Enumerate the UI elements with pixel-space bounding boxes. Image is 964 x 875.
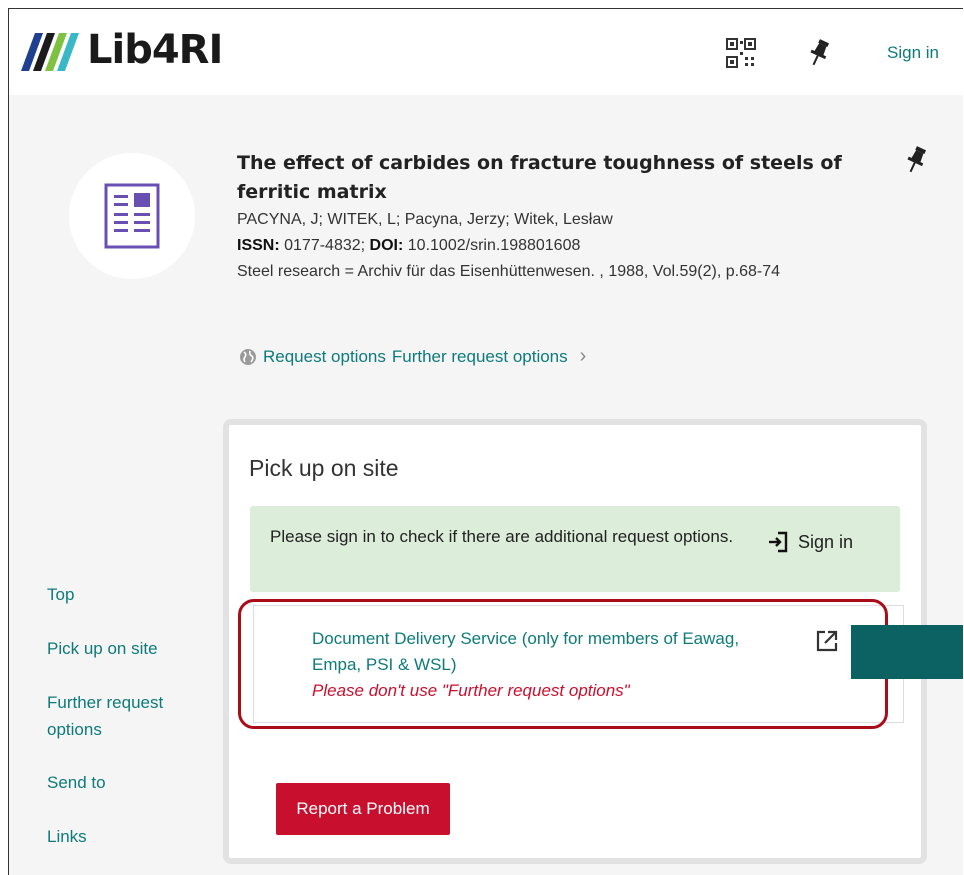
record-details: The effect of carbides on fracture tough… — [237, 149, 857, 285]
record-authors: PACYNA, J; WITEK, L; Pacyna, Jerzy; Wite… — [237, 211, 613, 228]
record-thumbnail[interactable] — [69, 153, 195, 279]
sign-in-message: Please sign in to check if there are add… — [270, 527, 734, 546]
doi-label: DOI: — [369, 237, 404, 254]
sign-in-label: Sign in — [798, 531, 854, 552]
document-delivery-link[interactable]: Document Delivery Service (only for memb… — [312, 626, 782, 704]
document-delivery-text: Document Delivery Service (only for memb… — [312, 629, 740, 674]
sign-in-button[interactable]: Sign in — [766, 530, 853, 554]
record-identifiers: ISSN: 0177-4832; DOI: 10.1002/srin.19880… — [237, 233, 857, 259]
pin-button[interactable] — [799, 33, 839, 73]
sign-in-notice: Please sign in to check if there are add… — [250, 506, 900, 592]
record-source: Steel research = Archiv für das Eisenhüt… — [237, 263, 780, 280]
page-frame: Lib4RI Sign in The effect of carbides on… — [8, 8, 963, 875]
issn-label: ISSN: — [237, 237, 280, 254]
pin-record-button[interactable] — [903, 145, 929, 173]
teal-overlay — [851, 625, 963, 679]
pick-up-panel: Pick up on site Please sign in to check … — [223, 419, 927, 864]
nav-item-send-to[interactable]: Send to — [47, 769, 106, 796]
panel-title: Pick up on site — [249, 455, 399, 481]
request-options-row[interactable]: Request options Further request options … — [239, 345, 586, 368]
sign-in-link[interactable]: Sign in — [887, 43, 939, 63]
sign-in-icon — [769, 531, 788, 553]
chevron-right-icon: › — [579, 345, 587, 367]
external-link-icon — [816, 630, 838, 652]
report-problem-button[interactable]: Report a Problem — [276, 783, 450, 835]
logo[interactable]: Lib4RI — [19, 25, 223, 75]
pin-icon — [810, 39, 830, 66]
qr-code-icon — [726, 38, 756, 68]
nav-item-pick-up[interactable]: Pick up on site — [47, 635, 158, 662]
further-request-options-link[interactable]: Further request options — [392, 347, 568, 367]
nav-item-links[interactable]: Links — [47, 823, 87, 850]
nav-item-top[interactable]: Top — [47, 581, 74, 608]
nav-item-further-request[interactable]: Further request options — [47, 689, 197, 743]
document-delivery-option[interactable]: Document Delivery Service (only for memb… — [253, 605, 904, 723]
globe-icon — [240, 348, 256, 365]
document-icon — [104, 183, 160, 249]
qr-code-button[interactable] — [721, 33, 761, 73]
logo-text: Lib4RI — [87, 27, 223, 73]
doi-value: 10.1002/srin.198801608 — [407, 237, 581, 254]
top-bar: Lib4RI Sign in — [9, 9, 963, 95]
document-delivery-note: Please don't use "Further request option… — [312, 681, 630, 700]
record-title[interactable]: The effect of carbides on fracture tough… — [237, 149, 857, 207]
request-options-link[interactable]: Request options — [263, 347, 386, 367]
pin-icon — [907, 146, 927, 173]
issn-value: 0177-4832; — [284, 237, 366, 254]
logo-mark-icon — [21, 33, 79, 71]
